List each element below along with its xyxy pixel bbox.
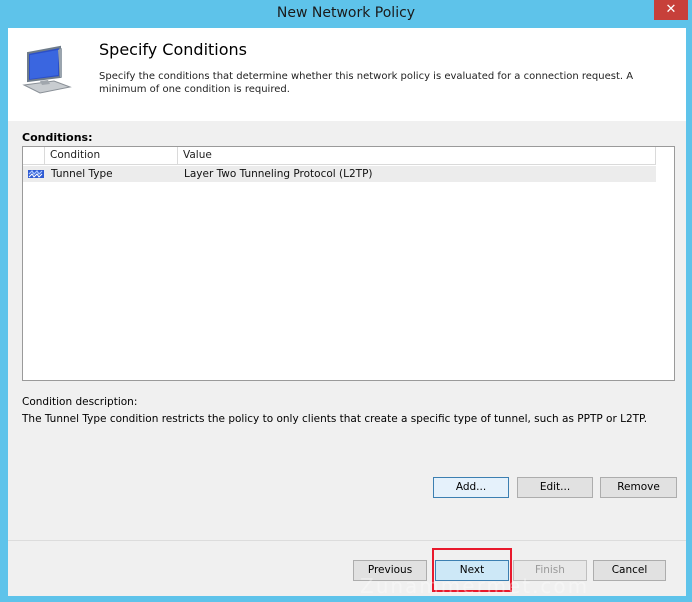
edit-button[interactable]: Edit... — [517, 477, 593, 498]
dialog-client: Specify Conditions Specify the condition… — [8, 28, 686, 596]
condition-description-text: The Tunnel Type condition restricts the … — [22, 413, 648, 425]
add-button[interactable]: Add... — [433, 477, 509, 498]
list-header: Condition Value — [23, 147, 656, 165]
conditions-label: Conditions: — [22, 131, 93, 144]
window-title: New Network Policy — [276, 5, 416, 21]
condition-description-label: Condition description: — [22, 396, 138, 408]
table-row[interactable]: Tunnel Type Layer Two Tunneling Protocol… — [23, 166, 656, 182]
value-cell: Layer Two Tunneling Protocol (L2TP) — [184, 168, 373, 180]
header-icon-column[interactable] — [23, 147, 45, 165]
page-description: Specify the conditions that determine wh… — [99, 71, 634, 95]
condition-cell: Tunnel Type — [51, 168, 113, 180]
tunnel-icon — [28, 170, 44, 178]
page-heading: Specify Conditions — [99, 40, 247, 59]
conditions-list[interactable]: Condition Value Tunnel Type Layer Two Tu… — [22, 146, 675, 381]
remove-button[interactable]: Remove — [600, 477, 677, 498]
close-button[interactable]: ✕ — [654, 0, 688, 20]
column-value[interactable]: Value — [178, 147, 656, 165]
column-condition[interactable]: Condition — [45, 147, 178, 165]
title-bar: New Network Policy ✕ — [0, 0, 692, 28]
footer-separator — [8, 540, 686, 541]
cancel-button[interactable]: Cancel — [593, 560, 666, 581]
watermark: Zunammermet.com — [360, 574, 590, 598]
monitor-icon — [22, 45, 72, 94]
wizard-header: Specify Conditions Specify the condition… — [8, 28, 686, 121]
